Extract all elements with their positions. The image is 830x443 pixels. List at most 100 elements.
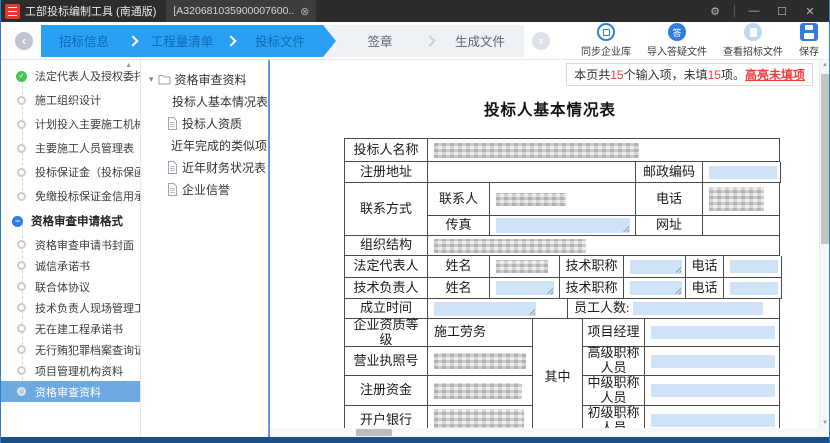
pm-field[interactable]: [651, 326, 775, 339]
tech-title-label: 技术职称: [560, 256, 624, 278]
main-area: ▲ ✓法定代表人及授权委托书 施工组织设计 计划投入主要施工机械设.. 主要施工…: [1, 60, 829, 437]
mid-field[interactable]: [651, 384, 775, 397]
contact-label: 联系方式: [345, 183, 428, 236]
license-no-field-masked[interactable]: [434, 353, 526, 369]
qual-level-label: 企业资质等级: [345, 319, 428, 347]
reg-address-cell[interactable]: [428, 162, 636, 183]
sidebar-item[interactable]: 联合体协议: [1, 276, 140, 297]
sidebar-item[interactable]: 无在建工程承诺书: [1, 318, 140, 339]
table-row: 成立时间 员工人数:: [345, 299, 780, 319]
org-structure-field-masked[interactable]: [434, 239, 586, 253]
bidder-name-field-masked[interactable]: [434, 143, 639, 158]
qual-level-value[interactable]: 施工劳务: [428, 319, 533, 347]
bidder-name-cell: [428, 139, 780, 162]
phone-cell: [703, 183, 780, 216]
chevron-right-icon: [225, 35, 236, 46]
sidebar-item[interactable]: 项目管理机构资料: [1, 360, 140, 381]
view-tender-icon: [744, 23, 762, 41]
sidebar-item[interactable]: 无行贿犯罪档案查询证明: [1, 339, 140, 360]
step-signature[interactable]: 签章: [336, 25, 424, 57]
view-tender-file-button[interactable]: 查看招标文件: [723, 23, 783, 58]
tree-item[interactable]: 近年完成的类似项目情况表: [141, 134, 268, 156]
document-tab-label: [A320681035900007600...: [173, 5, 295, 17]
pending-dot-icon: [17, 303, 26, 312]
tree-root[interactable]: ▾ 资格审查资料: [141, 68, 268, 90]
sidebar-item[interactable]: 主要施工人员管理表: [1, 136, 140, 160]
save-icon: [800, 23, 818, 41]
step-tender-info[interactable]: 招标信息: [41, 25, 127, 57]
postal-code-field[interactable]: [709, 166, 777, 179]
fax-cell: [490, 216, 636, 236]
sync-enterprise-button[interactable]: 同步企业库: [581, 23, 631, 58]
vertical-scrollbar-thumb[interactable]: [821, 74, 829, 244]
tree-item[interactable]: 企业信誉: [141, 178, 268, 200]
table-row-group: 企业资质等级 施工劳务 其中 项目经理 营业执照号 高级职称人员 注册资金 中级…: [345, 319, 780, 436]
back-step-button[interactable]: ‹: [15, 32, 33, 50]
sidebar-item[interactable]: 施工组织设计: [1, 88, 140, 112]
website-label: 网址: [636, 216, 703, 236]
caret-down-icon[interactable]: ▾: [149, 74, 154, 85]
legal-rep-title-field[interactable]: [630, 260, 682, 274]
reg-capital-field-masked[interactable]: [434, 383, 522, 399]
sidebar-item[interactable]: 免缴投标保证金信用承诺书: [1, 184, 140, 208]
tech-lead-title-field[interactable]: [630, 281, 682, 295]
tech-lead-name-field[interactable]: [496, 281, 554, 295]
tree-item[interactable]: 投标人基本情况表: [141, 90, 268, 112]
website-cell[interactable]: [703, 216, 780, 236]
maximize-button[interactable]: ☐: [769, 0, 795, 22]
close-button[interactable]: ✕: [797, 0, 823, 22]
pending-dot-icon: [17, 282, 26, 291]
document-icon: [167, 183, 178, 196]
step-boq[interactable]: 工程量清单: [139, 25, 225, 57]
sidebar-item[interactable]: 资格审查申请书封面: [1, 234, 140, 255]
minimize-button[interactable]: —: [741, 0, 767, 22]
forward-step-button[interactable]: ›: [532, 32, 550, 50]
fax-label: 传真: [428, 216, 490, 236]
horizontal-scrollbar[interactable]: [270, 428, 819, 437]
import-answer-file-button[interactable]: 答 导入答疑文件: [647, 23, 707, 58]
fax-field[interactable]: [496, 218, 630, 233]
legal-rep-phone-field[interactable]: [730, 260, 778, 273]
sidebar-item[interactable]: 技术负责人现场管理工作..: [1, 297, 140, 318]
junior-field[interactable]: [651, 414, 775, 427]
pending-dot-icon: [17, 192, 26, 201]
tree-item[interactable]: 近年财务状况表: [141, 156, 268, 178]
founded-cell: [428, 299, 568, 319]
founded-field[interactable]: [434, 302, 536, 316]
sidebar-item[interactable]: 计划投入主要施工机械设..: [1, 112, 140, 136]
table-row: 组织结构: [345, 236, 780, 256]
scroll-down-icon[interactable]: ▼: [820, 418, 829, 428]
save-button[interactable]: 保存: [799, 23, 819, 58]
step-generate-file[interactable]: 生成文件: [436, 25, 524, 57]
horizontal-scrollbar-thumb[interactable]: [356, 429, 392, 436]
phone-field-masked[interactable]: [709, 187, 764, 211]
staff-count-field[interactable]: [633, 302, 763, 315]
document-icon: [167, 117, 178, 130]
tech-lead-phone-field[interactable]: [730, 282, 778, 295]
document-tab[interactable]: [A320681035900007600... ⊗: [166, 0, 316, 22]
vertical-scrollbar[interactable]: ▲ ▼: [819, 60, 829, 428]
highlight-unfilled-link[interactable]: 高亮未填项: [745, 68, 805, 82]
unfilled-count: 15: [708, 68, 721, 82]
tree-item[interactable]: 投标人资质: [141, 112, 268, 134]
app-title: 工部投标编制工具 (南通版): [25, 3, 156, 19]
bidder-name-label: 投标人名称: [345, 139, 428, 162]
contact-person-field-masked[interactable]: [496, 193, 566, 206]
legal-rep-name-field-masked[interactable]: [496, 260, 548, 273]
pending-dot-icon: [17, 387, 26, 396]
tab-close-icon[interactable]: ⊗: [300, 5, 309, 18]
step-bid-file[interactable]: 投标文件: [237, 25, 323, 57]
document-tree: ▾ 资格审查资料 投标人基本情况表 投标人资质 近年完成的类似项目情况表 近年财…: [141, 60, 270, 437]
sidebar-item[interactable]: ✓法定代表人及授权委托书: [1, 64, 140, 88]
legal-rep-phone-cell: [724, 256, 782, 278]
table-row: 技术负责人 姓名 技术职称 电话: [345, 278, 780, 299]
sidebar-item[interactable]: 投标保证金（投标保函）: [1, 160, 140, 184]
sidebar-section-header[interactable]: −资格审查申请格式: [1, 208, 140, 234]
mid-label: 中级职称人员: [583, 376, 645, 406]
license-no-cell: [428, 347, 533, 376]
settings-gear-icon[interactable]: ⚙: [702, 0, 728, 22]
scroll-up-icon[interactable]: ▲: [820, 60, 829, 70]
sidebar-item[interactable]: 诚信承诺书: [1, 255, 140, 276]
senior-field[interactable]: [651, 355, 775, 368]
sidebar-item-selected[interactable]: 资格审查资料: [1, 381, 140, 402]
